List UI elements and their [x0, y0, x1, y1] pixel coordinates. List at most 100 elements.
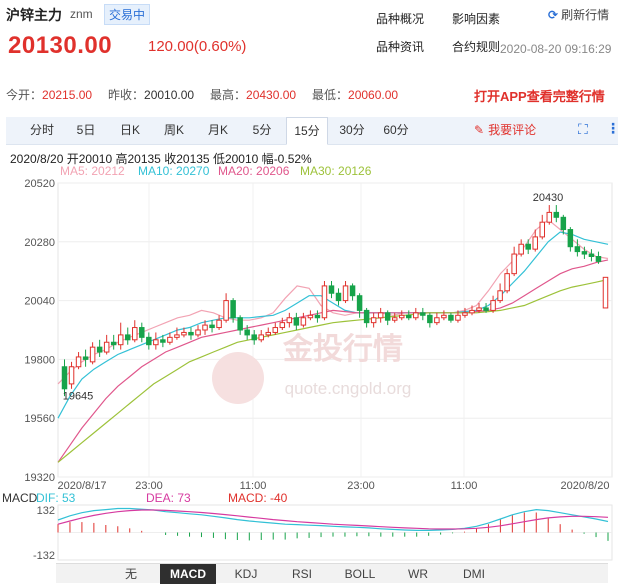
candle-body	[89, 346, 96, 363]
candle-body	[188, 331, 194, 336]
high-field: 最高：20430.00	[210, 86, 296, 103]
refresh-icon: ⟳	[548, 8, 559, 22]
candle-body	[476, 307, 482, 311]
candle-body	[202, 324, 208, 331]
macd-line-dif	[57, 507, 609, 531]
tab-timeshare[interactable]: 分时	[20, 117, 64, 144]
more-icon[interactable]: ⋮	[606, 120, 620, 137]
candle-body	[68, 366, 75, 385]
candle-body	[279, 322, 286, 329]
candle-body	[448, 314, 454, 321]
open-label: 今开：	[6, 88, 43, 102]
candle-body	[504, 273, 510, 292]
indicator-boll[interactable]: BOLL	[332, 564, 388, 584]
indicator-kdj[interactable]: KDJ	[220, 564, 272, 584]
prev-close-field: 昨收：20010.00	[108, 86, 194, 103]
candle-body	[398, 314, 405, 319]
candle-body	[314, 314, 321, 319]
macd-dif: DIF: 53	[36, 491, 76, 505]
comment-button[interactable]: ✎ 我要评论	[474, 117, 536, 144]
comment-label: 我要评论	[488, 123, 537, 137]
low-field: 最低：20060.00	[312, 86, 398, 103]
candle-body	[265, 331, 272, 336]
candle-body	[560, 216, 567, 231]
refresh-label: 刷新行情	[561, 8, 610, 22]
indicator-macd[interactable]: MACD	[160, 564, 216, 584]
candle-body	[455, 314, 461, 321]
candle-body	[321, 285, 328, 319]
tab-weekly-k[interactable]: 周K	[154, 117, 194, 144]
status-badge: 交易中	[104, 4, 151, 25]
indicator-rsi[interactable]: RSI	[276, 564, 328, 584]
candle-body	[546, 211, 553, 223]
candle-body	[539, 221, 546, 238]
tab-daily-k[interactable]: 日K	[110, 117, 150, 144]
candle-body	[61, 366, 68, 390]
candle-body	[174, 334, 180, 338]
indicator-wr[interactable]: WR	[392, 564, 444, 584]
candle-body	[195, 329, 201, 336]
y-tick-label: 19800	[24, 354, 55, 366]
candle-body	[110, 341, 117, 346]
candle-body	[420, 312, 426, 316]
candle-body	[75, 356, 82, 368]
fullscreen-icon[interactable]: ⛶	[578, 121, 588, 138]
macd-value: MACD: -40	[228, 491, 288, 505]
y-tick-label: 20520	[24, 178, 55, 190]
candle-body	[307, 314, 314, 319]
candle-body	[525, 243, 531, 250]
candle-body	[356, 295, 363, 311]
instrument-title: 沪锌主力	[6, 7, 62, 23]
candle-body	[553, 211, 560, 218]
candle-body	[258, 334, 264, 341]
candle-body	[272, 327, 279, 333]
candle-body	[391, 317, 398, 321]
watermark-name: 金投行情	[282, 332, 403, 367]
candle-body	[230, 300, 236, 319]
candle-body	[181, 331, 187, 336]
macd-min-label: -132	[33, 550, 55, 562]
period-tabs: 分时 5日 日K 周K 月K 5分 15分 30分 60分 ✎ 我要评论 ⛶ ⋮	[6, 117, 620, 145]
link-factors[interactable]: 影响因素	[452, 10, 500, 27]
tab-30min[interactable]: 30分	[332, 117, 372, 144]
candle-body	[124, 334, 131, 341]
tab-monthly-k[interactable]: 月K	[198, 117, 238, 144]
tab-15min[interactable]: 15分	[286, 117, 328, 145]
macd-max-label: 132	[37, 505, 55, 517]
candle-body	[209, 324, 215, 329]
candle-body	[483, 307, 489, 311]
candle-body	[602, 276, 609, 309]
candle-body	[103, 341, 110, 353]
indicator-tabs: 无 MACD KDJ RSI BOLL WR DMI	[56, 563, 608, 584]
candle-body	[363, 309, 370, 324]
link-news[interactable]: 品种资讯	[376, 38, 424, 55]
y-tick-label: 20280	[24, 237, 55, 249]
candle-body	[139, 327, 145, 338]
price-change: 120.00(0.60%)	[148, 38, 247, 55]
candle-body	[511, 253, 517, 275]
candle-body	[595, 256, 602, 262]
tab-5min[interactable]: 5分	[242, 117, 282, 144]
candle-body	[286, 317, 293, 324]
candle-body	[434, 317, 440, 324]
candle-body	[349, 285, 356, 297]
candle-body	[216, 319, 222, 329]
candle-body	[518, 243, 524, 255]
indicator-dmi[interactable]: DMI	[448, 564, 500, 584]
link-rules[interactable]: 合约规则	[452, 38, 500, 55]
link-overview[interactable]: 品种概况	[376, 10, 424, 27]
open-field: 今开：20215.00	[6, 86, 92, 103]
candle-body	[427, 314, 433, 324]
y-tick-label: 19320	[24, 472, 55, 484]
ma-line-ma30	[57, 278, 609, 463]
info-date: 2020/8/20	[10, 152, 64, 166]
open-app-link[interactable]: 打开APP查看完整行情	[474, 86, 605, 105]
high-annotation: 20430	[533, 192, 564, 204]
tab-60min[interactable]: 60分	[376, 117, 416, 144]
indicator-none[interactable]: 无	[106, 564, 156, 584]
tab-5day[interactable]: 5日	[68, 117, 104, 144]
candle-body	[328, 285, 335, 294]
candle-body	[96, 346, 103, 353]
candle-body	[244, 329, 250, 336]
refresh-button[interactable]: ⟳ 刷新行情	[548, 6, 609, 23]
